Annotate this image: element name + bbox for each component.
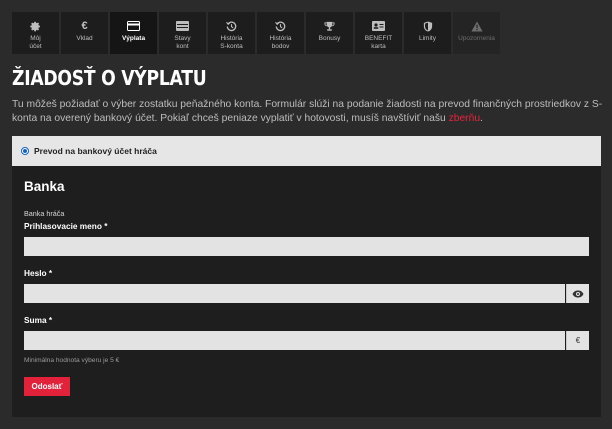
password-label: Heslo *	[24, 268, 53, 278]
trophy-icon	[324, 20, 335, 32]
euro-icon: €	[81, 20, 88, 32]
submit-button[interactable]: Odoslať	[24, 377, 70, 396]
warning-icon	[470, 20, 483, 32]
bank-player-label: Banka hráča	[24, 209, 65, 218]
currency-addon: €	[566, 331, 589, 350]
amount-label: Suma *	[24, 315, 53, 325]
tab-s-account-history[interactable]: História S-konta	[208, 12, 255, 54]
tab-label: Upozornenia	[458, 35, 495, 42]
id-card-icon	[372, 20, 385, 32]
tab-deposit[interactable]: € Vklad	[61, 12, 108, 54]
eye-icon[interactable]	[566, 284, 589, 303]
bank-form-card: Banka Banka hráča Prihlasovacie meno * H…	[12, 166, 601, 417]
intro-text: Tu môžeš požiadať o výber zostatku peňaž…	[12, 98, 604, 126]
history-icon	[275, 20, 286, 32]
minimum-amount-hint: Minimálna hodnota výberu je 5 €	[24, 357, 120, 364]
tab-bonuses[interactable]: Bonusy	[306, 12, 353, 54]
tab-points-history[interactable]: História bodov	[257, 12, 304, 54]
form-section-title: Banka	[24, 179, 65, 194]
amount-field[interactable]	[24, 331, 565, 350]
tab-payout[interactable]: Výplata	[110, 12, 157, 54]
history-icon	[226, 20, 237, 32]
tab-label: Vklad	[76, 35, 93, 42]
tab-label: Limity	[419, 35, 436, 42]
payout-option-label: Prevod na bankový účet hráča	[34, 146, 157, 156]
tab-label: Stavy kont	[174, 35, 191, 50]
tab-benefit-card[interactable]: BENEFIT karta	[355, 12, 402, 54]
card-icon	[127, 20, 140, 32]
tab-limits[interactable]: Limity	[404, 12, 451, 54]
tab-notifications[interactable]: Upozornenia	[453, 12, 500, 54]
page-title: ŽIADOSŤ O VÝPLATU	[12, 66, 207, 90]
password-field[interactable]	[24, 284, 565, 303]
tab-label: Výplata	[121, 35, 146, 42]
account-tab-bar: Môj účet € Vklad Výplata Stavy kont Hist…	[12, 12, 500, 54]
username-field[interactable]	[24, 237, 589, 256]
shield-icon	[423, 20, 433, 32]
tab-label: Môj účet	[29, 35, 42, 50]
tab-label: História bodov	[269, 35, 292, 50]
branch-link[interactable]: zberňu	[449, 113, 480, 124]
bank-transfer-radio[interactable]	[21, 147, 29, 155]
tab-my-account[interactable]: Môj účet	[12, 12, 59, 54]
payout-option-bank-transfer[interactable]: Prevod na bankový účet hráča	[12, 136, 601, 166]
intro-end: .	[480, 113, 483, 124]
intro-body: Tu môžeš požiadať o výber zostatku peňaž…	[12, 99, 603, 124]
wallet-icon	[176, 20, 189, 32]
tab-label: BENEFIT karta	[364, 35, 393, 50]
tab-account-balances[interactable]: Stavy kont	[159, 12, 206, 54]
gear-icon	[30, 20, 41, 32]
username-label: Prihlasovacie meno *	[24, 221, 108, 231]
tab-label: Bonusy	[318, 35, 341, 42]
tab-label: História S-konta	[220, 35, 243, 50]
